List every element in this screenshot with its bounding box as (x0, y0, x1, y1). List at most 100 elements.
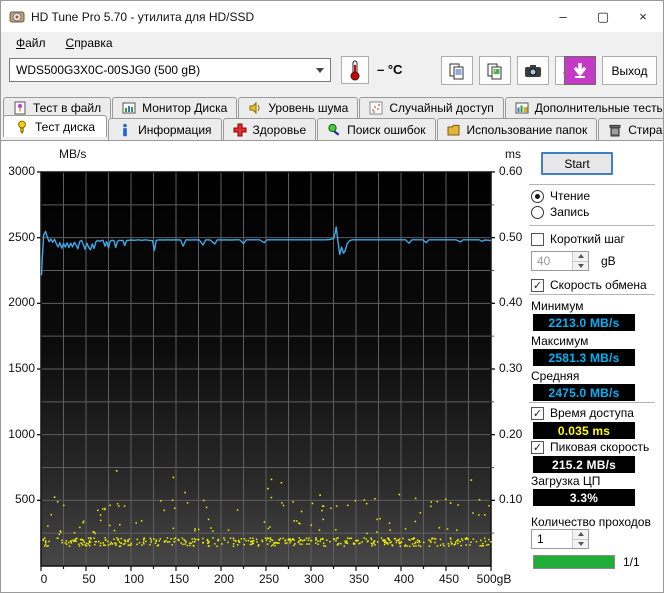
access-time-dot (451, 543, 453, 545)
stepper-down[interactable] (573, 540, 588, 549)
tab-info[interactable]: Информация (108, 118, 221, 140)
short-stride-checkbox[interactable]: Короткий шаг (531, 232, 625, 246)
access-time-dot (289, 539, 291, 541)
access-time-dot (238, 540, 240, 542)
access-time-dot (173, 528, 175, 530)
cpu-usage-label: Загрузка ЦП (531, 474, 600, 488)
x-tick-label: 0 (21, 572, 67, 586)
access-time-dot (472, 512, 474, 514)
pass-count-stepper[interactable]: 1 (531, 529, 589, 549)
maximize-button[interactable]: ▢ (583, 1, 623, 32)
access-time-dot (227, 542, 229, 544)
access-time-dot (312, 503, 314, 505)
stepper-down[interactable] (573, 262, 588, 271)
access-time-dot (272, 544, 274, 546)
access-time-dot (50, 514, 52, 516)
tab-random-access[interactable]: Случайный доступ (359, 97, 503, 118)
stride-stepper[interactable]: 40 (531, 251, 589, 271)
access-time-dot (293, 539, 295, 541)
access-time-dot (57, 537, 59, 539)
tab-folder-usage[interactable]: Использование папок (437, 118, 598, 140)
access-time-dot (113, 538, 115, 540)
access-time-dot (269, 526, 271, 528)
screenshot-button[interactable] (517, 56, 549, 85)
erase-trash-icon (608, 123, 622, 137)
temperature-button[interactable] (341, 56, 369, 84)
access-time-checkbox[interactable]: ✓ Время доступа (531, 406, 634, 420)
menu-help[interactable]: Справка (59, 34, 120, 52)
access-time-dot (235, 541, 237, 543)
tab-disk-monitor[interactable]: Монитор Диска (112, 97, 237, 118)
folder-usage-icon (447, 123, 461, 137)
access-time-dot (169, 541, 171, 543)
access-time-dot (61, 540, 63, 542)
access-time-dot (208, 546, 210, 548)
tab-disk-benchmark[interactable]: Тест диска (3, 115, 107, 137)
access-time-dot (111, 542, 113, 544)
y-right-tick-label: 0.40 (499, 295, 522, 309)
access-time-dot (340, 543, 342, 545)
access-time-dot (71, 540, 73, 542)
access-time-dot (461, 538, 463, 540)
x-tick-label: 100 (111, 572, 157, 586)
exit-button[interactable]: Выход (602, 56, 657, 85)
download-arrow-icon (572, 63, 588, 79)
access-time-dot (119, 541, 121, 543)
access-time-dot (311, 524, 313, 526)
access-time-dot (423, 542, 425, 544)
access-time-dot (66, 540, 68, 542)
separator (529, 225, 655, 226)
access-time-dot (189, 545, 191, 547)
access-time-dot (344, 545, 346, 547)
access-time-dot (100, 520, 102, 522)
burst-rate-checkbox[interactable]: ✓ Пиковая скорость (531, 440, 649, 454)
access-time-dot (86, 545, 88, 547)
tab-health[interactable]: Здоровье (223, 118, 317, 140)
access-time-dot (456, 529, 458, 531)
drive-select[interactable]: WDS500G3X0C-00SJG0 (500 gB) (9, 58, 331, 82)
access-time-dot (160, 500, 162, 502)
disk-monitor-icon (122, 101, 136, 115)
copy-text-button[interactable] (441, 56, 473, 85)
menu-file[interactable]: Файл (9, 34, 53, 52)
access-time-dot (120, 538, 122, 540)
read-radio[interactable]: Чтение (531, 189, 590, 203)
health-cross-icon (233, 123, 247, 137)
access-time-dot (465, 538, 467, 540)
access-time-dot (253, 540, 255, 542)
tab-noise-level[interactable]: Уровень шума (238, 97, 358, 118)
minimize-button[interactable]: – (543, 1, 583, 32)
access-time-dot (86, 543, 88, 545)
tab-extra-tests[interactable]: Дополнительные тесты (505, 97, 664, 118)
access-time-dot (299, 543, 301, 545)
access-time-dot (298, 542, 300, 544)
y-right-tick-label: 0.30 (499, 361, 522, 375)
access-time-dot (164, 541, 166, 543)
start-button[interactable]: Start (541, 152, 613, 175)
write-radio[interactable]: Запись (531, 205, 589, 219)
x-tick-label: 500gB (471, 572, 517, 586)
access-time-dot (442, 543, 444, 545)
access-time-dot (233, 538, 235, 540)
close-button[interactable]: × (623, 1, 663, 32)
access-time-dot (481, 545, 483, 547)
access-time-dot (143, 543, 145, 545)
tab-error-scan[interactable]: Поиск ошибок (317, 118, 435, 140)
access-time-dot (237, 509, 239, 511)
tab-erase[interactable]: Стирание (598, 118, 664, 140)
access-time-dot (208, 541, 210, 543)
access-time-dot (141, 520, 143, 522)
stepper-up[interactable] (573, 530, 588, 540)
y-left-tick-label: 1000 (3, 427, 35, 441)
access-time-dot (365, 538, 367, 540)
access-time-dot (394, 538, 396, 540)
stepper-up[interactable] (573, 252, 588, 262)
access-time-dot (248, 540, 250, 542)
access-time-dot (430, 542, 432, 544)
access-time-dot (321, 510, 323, 512)
access-time-dot (197, 539, 199, 541)
access-time-dot (100, 543, 102, 545)
save-results-button[interactable] (564, 56, 596, 85)
transfer-rate-checkbox[interactable]: ✓ Скорость обмена (531, 278, 647, 292)
copy-image-button[interactable] (479, 56, 511, 85)
